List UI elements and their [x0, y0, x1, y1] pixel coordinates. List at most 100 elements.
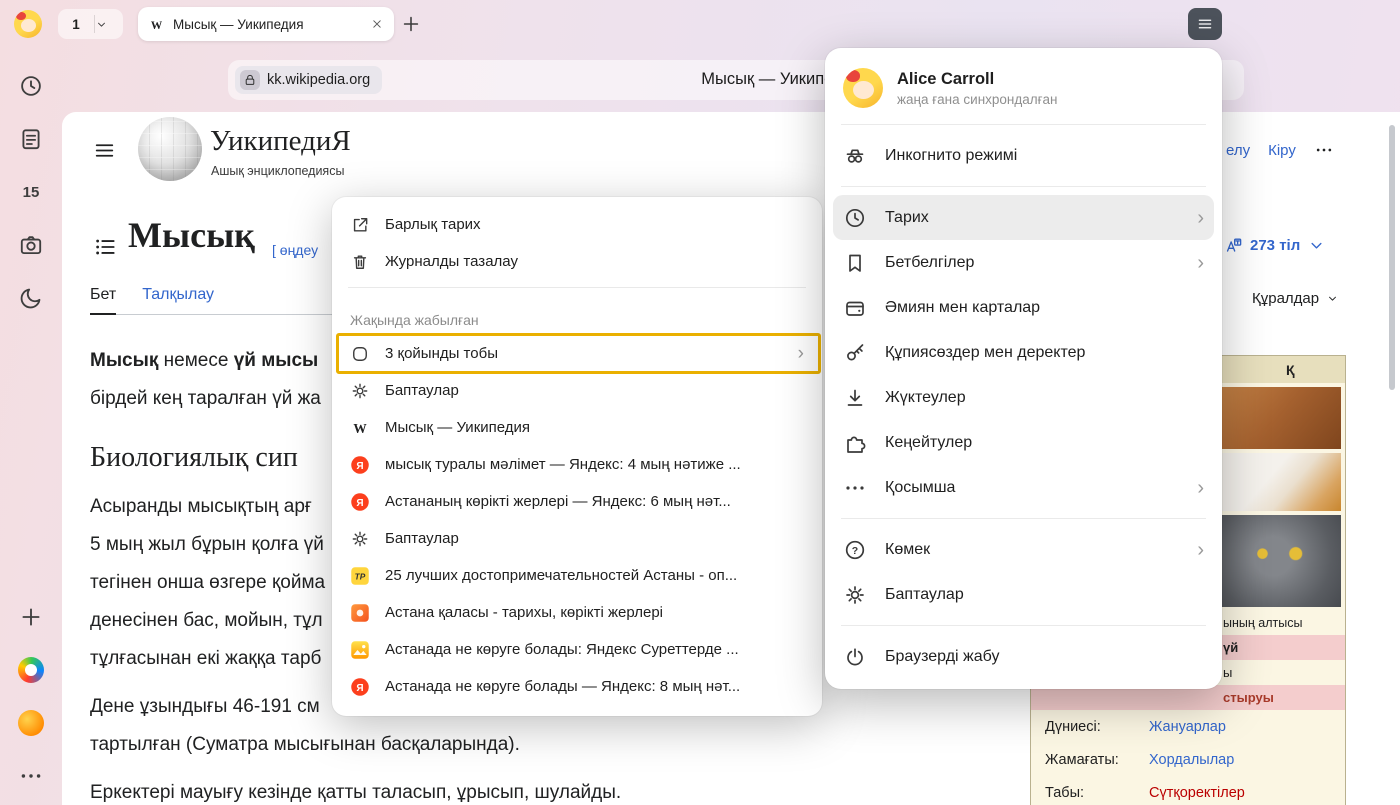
- menu-item[interactable]: ? Көмек ›: [833, 527, 1214, 572]
- toolbar-action[interactable]: [1303, 68, 1328, 93]
- history-menu-item[interactable]: Я Астананың көрікті жерлері — Яндекс: 6 …: [332, 483, 822, 520]
- astana-favicon: [350, 603, 370, 623]
- nav-button[interactable]: [124, 65, 151, 92]
- lock-icon[interactable]: [240, 70, 260, 90]
- sidebar-button[interactable]: [18, 763, 44, 789]
- nav-buttons: [74, 65, 201, 92]
- sidebar-button[interactable]: [18, 126, 44, 152]
- chevron-right-icon: ›: [1197, 253, 1204, 273]
- tab-count: 1: [58, 17, 94, 32]
- more-options-icon[interactable]: [1314, 140, 1334, 160]
- article-tab[interactable]: Талқылау: [142, 286, 214, 314]
- external-link-icon: [350, 215, 370, 235]
- wiki-wordmark[interactable]: УикипедиЯ: [210, 125, 351, 158]
- register-link[interactable]: елу: [1226, 142, 1250, 159]
- paragraph: Еркектері мауығу кезінде қатты таласып, …: [90, 774, 690, 805]
- browser-main-menu: Alice Carroll жаңа ғана синхрондалған Ин…: [825, 48, 1222, 689]
- taxonomy-row: Дүниесі: Жануарлар: [1031, 710, 1345, 743]
- user-name: Alice Carroll: [897, 70, 1058, 89]
- toolbar-action[interactable]: [1359, 68, 1384, 93]
- toolbar-action[interactable]: [1247, 68, 1272, 93]
- key-icon: [843, 341, 867, 365]
- menu-item[interactable]: Баптаулар ›: [833, 572, 1214, 617]
- sidebar-button[interactable]: [18, 285, 44, 311]
- new-tab-button[interactable]: [400, 13, 422, 35]
- history-menu-item[interactable]: Я мысық туралы мәлімет — Яндекс: 4 мың н…: [332, 446, 822, 483]
- menu-item[interactable]: Жүктеулер ›: [833, 375, 1214, 420]
- menu-item[interactable]: Бетбелгілер ›: [833, 240, 1214, 285]
- main-menu-items: Инкогнито режимі › › Тарих › Бетбелгілер…: [825, 133, 1222, 679]
- sidebar-button[interactable]: [18, 604, 44, 630]
- site-capsule[interactable]: kk.wikipedia.org: [235, 66, 382, 94]
- tab-group-icon: [350, 344, 370, 364]
- menu-item[interactable]: Қосымша ›: [833, 465, 1214, 510]
- trash-icon: [350, 252, 370, 272]
- menu-item[interactable]: Тарих ›: [833, 195, 1214, 240]
- sidebar-button[interactable]: 15: [18, 179, 44, 205]
- yandex-favicon: Я: [350, 455, 370, 475]
- window-control[interactable]: [1307, 12, 1331, 36]
- login-link[interactable]: Кіру: [1268, 142, 1296, 159]
- tools-dropdown[interactable]: Құралдар: [1252, 290, 1339, 307]
- history-menu-item[interactable]: Я Астанада не көруге болады — Яндекс: 8 …: [332, 668, 822, 705]
- tab-list-dropdown[interactable]: [95, 9, 123, 39]
- edit-link[interactable]: [ өңдеу: [272, 242, 318, 258]
- svg-text:W: W: [353, 421, 367, 436]
- window-control[interactable]: [1362, 12, 1386, 36]
- window-control[interactable]: [1252, 12, 1276, 36]
- tab-title: Мысық — Уикипедия: [173, 17, 362, 32]
- wiki-personal-links: елу Кіру: [1226, 140, 1334, 160]
- chevron-right-icon: ›: [1197, 208, 1204, 228]
- tab-group-counter[interactable]: 1: [58, 9, 123, 39]
- history-menu-item[interactable]: W Мысық — Уикипедия ›: [332, 409, 822, 446]
- browser-menu-button[interactable]: [1188, 8, 1222, 40]
- browser-tab[interactable]: W Мысық — Уикипедия: [138, 7, 394, 41]
- nav-button[interactable]: [74, 65, 101, 92]
- language-selector[interactable]: 273 тіл: [1224, 236, 1326, 255]
- language-count: 273 тіл: [1250, 237, 1300, 254]
- history-menu-item[interactable]: Баптаулар ›: [332, 520, 822, 557]
- article-tab[interactable]: Бет: [90, 286, 116, 315]
- history-menu-item[interactable]: Журналды тазалау ›: [332, 243, 822, 280]
- profile-header[interactable]: Alice Carroll жаңа ғана синхрондалған: [825, 56, 1222, 122]
- chevron-right-icon: ›: [1197, 540, 1204, 560]
- page-scrollbar[interactable]: [1389, 125, 1395, 390]
- contents-toc-icon[interactable]: [92, 234, 118, 260]
- clock-icon: [843, 206, 867, 230]
- sidebar-button[interactable]: [18, 232, 44, 258]
- menu-item[interactable]: Инкогнито режимі ›: [833, 133, 1214, 178]
- menu-item[interactable]: Әмиян мен карталар ›: [833, 285, 1214, 330]
- history-menu-item[interactable]: ТР 25 лучших достопримечательностей Аста…: [332, 557, 822, 594]
- menu-item: ›: [841, 518, 1206, 519]
- wikipedia-globe-logo[interactable]: [138, 117, 202, 181]
- sidebar-button[interactable]: [18, 657, 44, 683]
- close-tab-icon[interactable]: [370, 17, 384, 31]
- wiki-menu-icon[interactable]: [92, 138, 117, 163]
- window-controls: [1252, 12, 1386, 36]
- svg-text:?: ?: [852, 544, 858, 556]
- yandex-images-favicon: [350, 640, 370, 660]
- svg-text:Я: Я: [356, 497, 363, 508]
- menu-item[interactable]: Құпиясөздер мен деректер ›: [833, 330, 1214, 375]
- history-menu-item[interactable]: Барлық тарих ›: [332, 206, 822, 243]
- history-menu-item[interactable]: 3 қойынды тобы ›: [332, 335, 822, 372]
- menu-item: ›: [841, 625, 1206, 626]
- taxonomy-row: Табы: Сүтқоректілер: [1031, 776, 1345, 805]
- dots-h-icon: [843, 476, 867, 500]
- wikipedia-favicon: W: [350, 418, 370, 438]
- chevron-right-icon: ›: [798, 344, 804, 363]
- menu-item[interactable]: Браузерді жабу ›: [833, 634, 1214, 679]
- history-menu-item[interactable]: Астана қаласы - тарихы, көрікті жерлері …: [332, 594, 822, 631]
- power-icon: [843, 645, 867, 669]
- wiki-tagline: Ашық энциклопедиясы: [211, 164, 344, 178]
- nav-button[interactable]: [174, 65, 201, 92]
- yandex-favicon: Я: [350, 492, 370, 512]
- translate-icon: [1224, 236, 1243, 255]
- history-menu-item[interactable]: Баптаулар ›: [332, 372, 822, 409]
- sidebar-button[interactable]: [18, 73, 44, 99]
- gear-icon: [350, 529, 370, 549]
- history-menu-item[interactable]: Астанада не көруге болады: Яндекс Суретт…: [332, 631, 822, 668]
- menu-item[interactable]: Кеңейтулер ›: [833, 420, 1214, 465]
- chevron-down-icon: [95, 18, 108, 31]
- sidebar-button[interactable]: [18, 710, 44, 736]
